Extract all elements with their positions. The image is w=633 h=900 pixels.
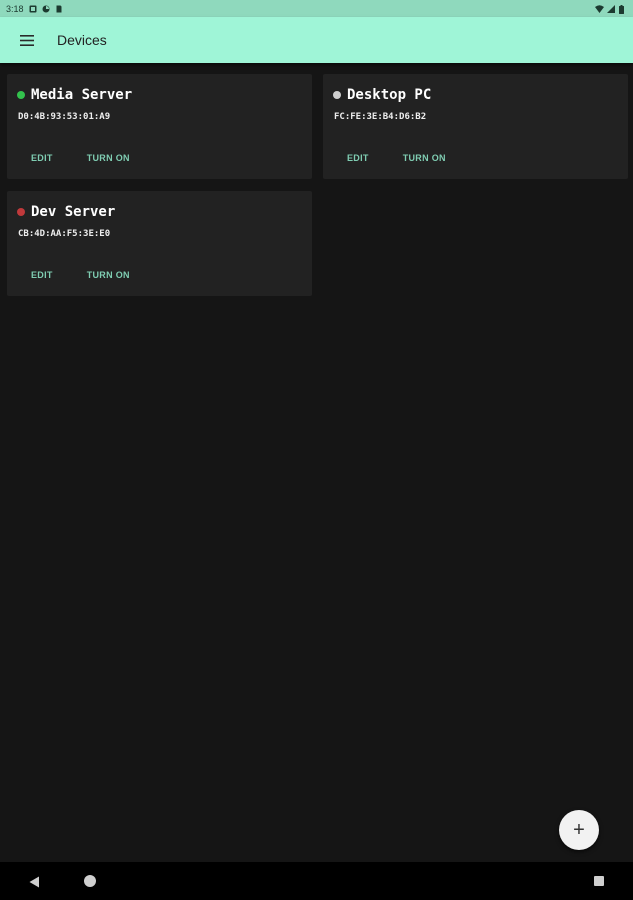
hamburger-menu-icon[interactable] (17, 30, 37, 50)
add-icon: + (573, 818, 585, 841)
device-card-media-server: Media Server D0:4B:93:53:01:A9 EDIT TURN… (7, 74, 312, 179)
status-dot-online-icon (17, 91, 25, 99)
recents-icon[interactable] (594, 876, 604, 886)
app-bar: Devices (0, 17, 633, 63)
turn-on-button[interactable]: TURN ON (76, 268, 141, 282)
device-card-dev-server: Dev Server CB:4D:AA:F5:3E:E0 EDIT TURN O… (7, 191, 312, 296)
notification-icon (29, 5, 37, 13)
status-dot-unknown-icon (333, 91, 341, 99)
battery-icon (619, 4, 627, 14)
edit-button[interactable]: EDIT (20, 268, 64, 282)
turn-on-button[interactable]: TURN ON (76, 151, 141, 165)
status-time: 3:18 (6, 3, 24, 14)
sync-icon (42, 5, 50, 13)
device-name: Desktop PC (347, 87, 432, 103)
system-nav-bar (0, 862, 633, 900)
device-name: Dev Server (31, 204, 116, 220)
device-mac: D0:4B:93:53:01:A9 (18, 112, 111, 122)
home-icon[interactable] (84, 875, 96, 887)
wifi-icon (595, 4, 604, 13)
signal-icon (607, 4, 615, 13)
device-name: Media Server (31, 87, 133, 103)
turn-on-button[interactable]: TURN ON (392, 151, 457, 165)
edit-button[interactable]: EDIT (20, 151, 64, 165)
add-device-button[interactable]: + (559, 810, 599, 850)
device-card-desktop-pc: Desktop PC FC:FE:3E:B4:D6:B2 EDIT TURN O… (323, 74, 628, 179)
page-title: Devices (57, 32, 107, 48)
device-mac: CB:4D:AA:F5:3E:E0 (18, 229, 111, 239)
status-bar: 3:18 (0, 0, 633, 17)
status-dot-offline-icon (17, 208, 25, 216)
device-mac: FC:FE:3E:B4:D6:B2 (334, 112, 427, 122)
sim-icon (55, 5, 63, 13)
back-icon[interactable] (29, 875, 40, 893)
edit-button[interactable]: EDIT (336, 151, 380, 165)
